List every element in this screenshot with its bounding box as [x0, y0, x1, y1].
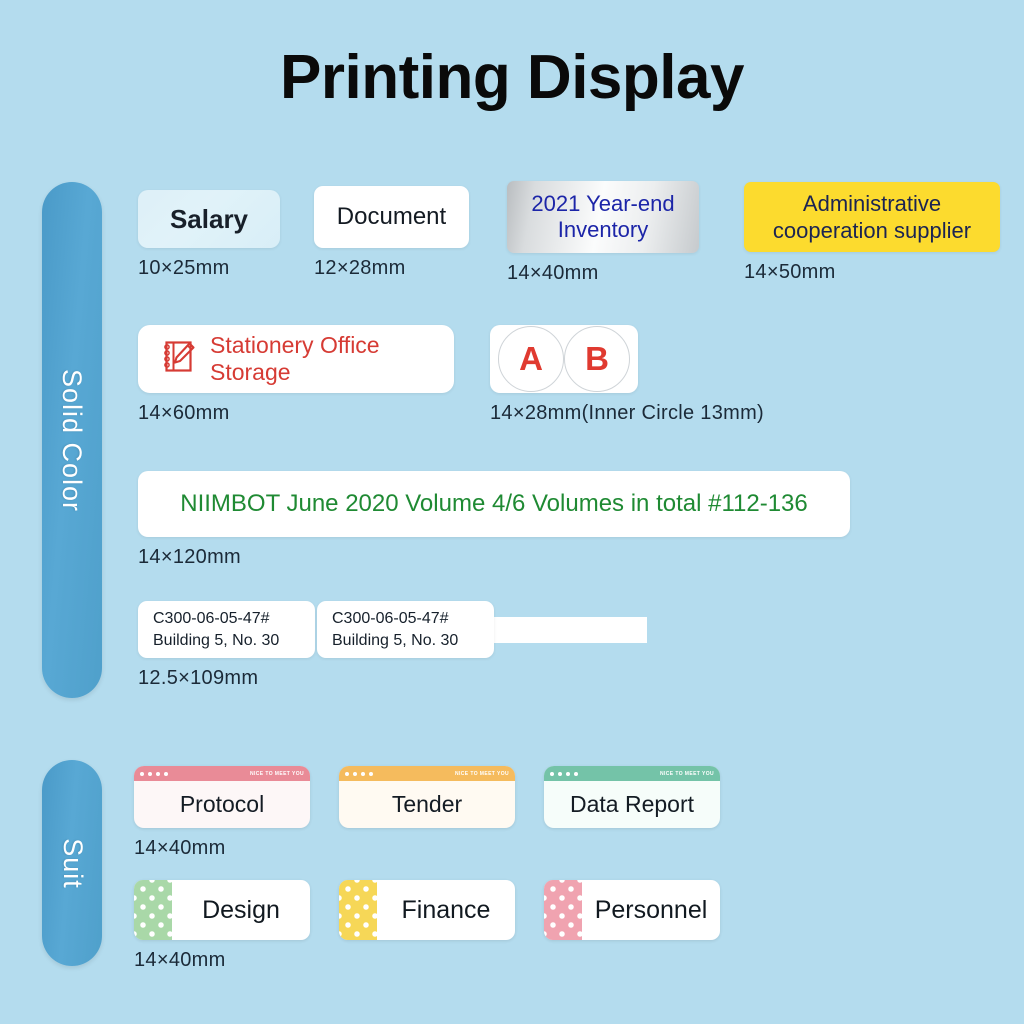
- suit-card-protocol[interactable]: NICE TO MEET YOU Protocol: [134, 766, 310, 828]
- label-text: Stationery Office Storage: [210, 332, 380, 385]
- dotted-strip: [544, 880, 582, 940]
- page-title: Printing Display: [280, 43, 744, 112]
- c300-line1: C300-06-05-47#: [332, 610, 449, 628]
- label-item-administrative[interactable]: Administrative cooperation supplier 14×5…: [744, 182, 1000, 284]
- label-item-document[interactable]: Document 12×28mm: [314, 186, 469, 280]
- section-tab-suit[interactable]: Suit: [42, 760, 102, 966]
- suit-card-text: Design: [202, 895, 280, 924]
- label-dimension: 14×40mm: [507, 262, 599, 284]
- c300-line2: Building 5, No. 30: [153, 631, 280, 649]
- suit-row-2: Design Finance Personnel 14×40mm: [134, 880, 720, 972]
- label-dimension: 14×120mm: [138, 546, 242, 568]
- header-dots-icon: [140, 771, 168, 776]
- c300-label-1[interactable]: C300-06-05-47# Building 5, No. 30: [138, 601, 315, 658]
- label-dimension: 12.5×109mm: [138, 667, 259, 689]
- suit-card-tender[interactable]: NICE TO MEET YOU Tender: [339, 766, 515, 828]
- suit-card-text: Personnel: [594, 895, 708, 924]
- label-preview-salary[interactable]: Salary: [138, 190, 280, 248]
- label-dimension: 12×28mm: [314, 257, 406, 279]
- label-dimension: 14×60mm: [138, 402, 230, 424]
- suit-card-header-bar: NICE TO MEET YOU: [544, 766, 720, 781]
- label-item-stationery[interactable]: Stationery Office Storage 14×60mm: [138, 325, 454, 425]
- header-tag-text: NICE TO MEET YOU: [660, 770, 714, 777]
- label-dimension: 14×50mm: [744, 261, 836, 283]
- label-text: Salary: [169, 203, 249, 234]
- c300-line2: Building 5, No. 30: [332, 631, 459, 649]
- header-tag-text: NICE TO MEET YOU: [250, 770, 304, 777]
- label-preview-administrative[interactable]: Administrative cooperation supplier: [744, 182, 1000, 252]
- label-dimension: 10×25mm: [138, 257, 230, 279]
- c300-tail-strip: [492, 616, 647, 643]
- c300-label-2[interactable]: C300-06-05-47# Building 5, No. 30: [317, 601, 494, 658]
- header-dots-icon: [550, 771, 578, 776]
- label-text: NIIMBOT June 2020 Volume 4/6 Volumes in …: [180, 490, 808, 517]
- label-preview-ab-circles[interactable]: A B: [490, 325, 638, 393]
- suit-row-1: NICE TO MEET YOU Protocol NICE TO MEET Y…: [134, 766, 720, 860]
- suit-card-header-bar: NICE TO MEET YOU: [134, 766, 310, 781]
- label-text-line1: Administrative: [802, 190, 942, 216]
- notebook-pencil-icon: [162, 339, 196, 380]
- label-dimension: 14×28mm(Inner Circle 13mm): [490, 402, 764, 424]
- label-text: Document: [336, 203, 447, 230]
- suit-card-text: Data Report: [569, 791, 694, 817]
- label-preview-c300[interactable]: C300-06-05-47# Building 5, No. 30 C300-0…: [138, 601, 647, 658]
- suit-card-data-report[interactable]: NICE TO MEET YOU Data Report: [544, 766, 720, 828]
- label-item-c300[interactable]: C300-06-05-47# Building 5, No. 30 C300-0…: [138, 601, 647, 690]
- section-tab-label: Solid Color: [57, 368, 88, 512]
- section-tab-label: Suit: [57, 837, 88, 889]
- suit-card-personnel[interactable]: Personnel: [544, 880, 720, 940]
- label-text-line2: Inventory: [557, 217, 649, 242]
- suit-card-design[interactable]: Design: [134, 880, 310, 940]
- label-preview-document[interactable]: Document: [314, 186, 469, 248]
- section-tab-solid-color[interactable]: Solid Color: [42, 182, 102, 698]
- label-dimension: 14×40mm: [134, 949, 226, 971]
- suit-card-text: Finance: [401, 895, 491, 924]
- label-preview-niimbot[interactable]: NIIMBOT June 2020 Volume 4/6 Volumes in …: [138, 471, 850, 537]
- dotted-strip: [134, 880, 172, 940]
- suit-card-finance[interactable]: Finance: [339, 880, 515, 940]
- label-preview-inventory[interactable]: 2021 Year-end Inventory: [507, 181, 699, 253]
- suit-card-header-bar: NICE TO MEET YOU: [339, 766, 515, 781]
- header-tag-text: NICE TO MEET YOU: [455, 770, 509, 777]
- label-text-line2: cooperation supplier: [772, 218, 972, 243]
- label-item-inventory[interactable]: 2021 Year-end Inventory 14×40mm: [507, 181, 699, 285]
- circle-b: B: [564, 326, 630, 392]
- header-dots-icon: [345, 771, 373, 776]
- suit-card-text: Protocol: [179, 791, 265, 817]
- c300-line1: C300-06-05-47#: [153, 610, 270, 628]
- label-dimension: 14×40mm: [134, 837, 226, 859]
- label-item-niimbot[interactable]: NIIMBOT June 2020 Volume 4/6 Volumes in …: [138, 471, 850, 569]
- label-text-line1: 2021 Year-end: [531, 190, 675, 216]
- suit-card-text: Tender: [391, 791, 463, 817]
- dotted-strip: [339, 880, 377, 940]
- circle-a: A: [498, 326, 564, 392]
- label-item-ab-circles[interactable]: A B 14×28mm(Inner Circle 13mm): [490, 325, 764, 425]
- label-item-salary[interactable]: Salary 10×25mm: [138, 190, 280, 280]
- label-preview-stationery[interactable]: Stationery Office Storage: [138, 325, 454, 393]
